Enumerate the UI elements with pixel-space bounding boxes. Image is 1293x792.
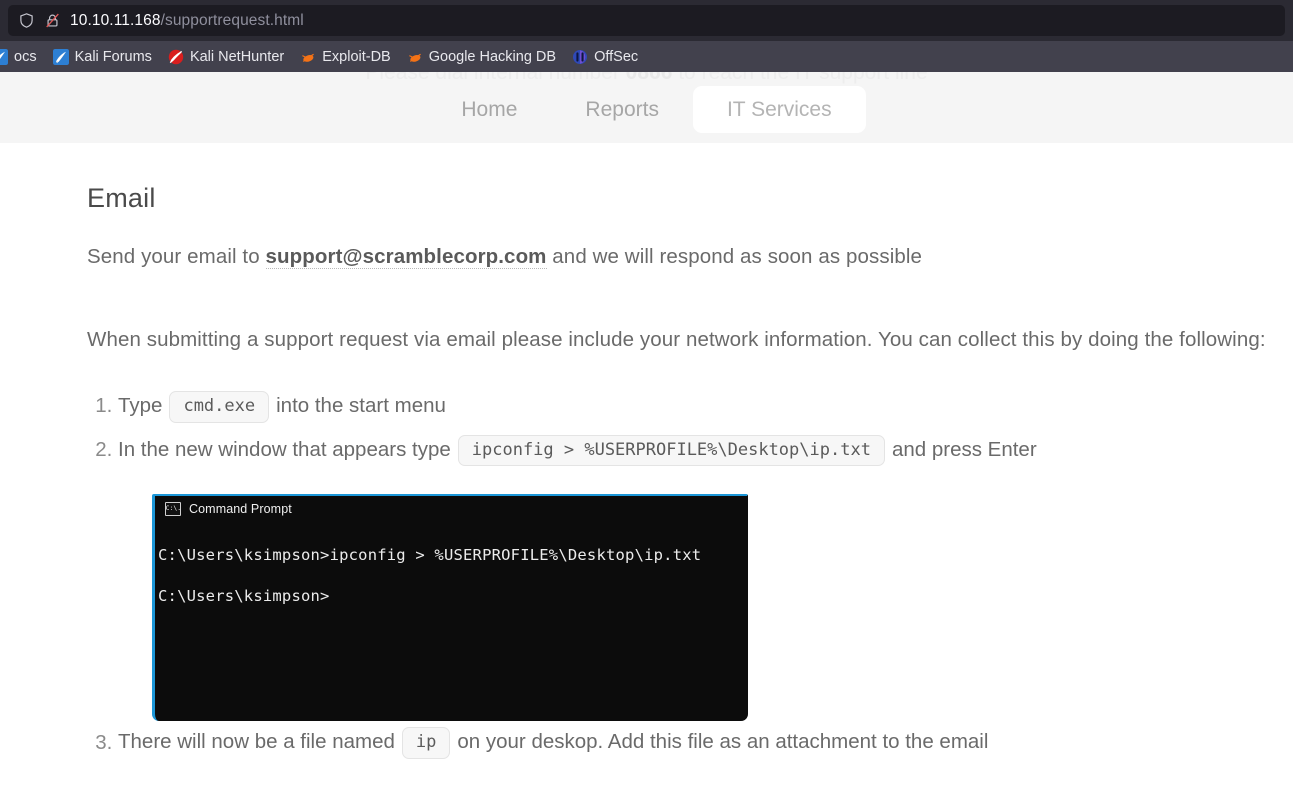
main-navigation: Home Reports IT Services: [0, 86, 1293, 133]
nav-item-reports[interactable]: Reports: [551, 86, 693, 133]
bookmark-label: Kali NetHunter: [189, 48, 285, 65]
bookmark-kali-nethunter[interactable]: Kali NetHunter: [160, 46, 292, 68]
main-content: Email Send your email to support@scrambl…: [0, 183, 1293, 759]
email-intro-after: and we will respond as soon as possible: [546, 245, 923, 268]
email-intro-paragraph: Send your email to support@scramblecorp.…: [87, 244, 1293, 271]
command-prompt-body: C:\Users\ksimpson>ipconfig > %USERPROFIL…: [155, 521, 747, 616]
tagline-prefix: Please dial internal number: [365, 72, 626, 84]
instructions-paragraph: When submitting a support request via em…: [87, 327, 1266, 351]
url-bar-row: 10.10.11.168/supportrequest.html: [0, 0, 1293, 41]
url-host: 10.10.11.168: [70, 11, 161, 29]
google-hacking-db-icon: [408, 53, 421, 62]
code-chip-cmd-exe: cmd.exe: [169, 391, 270, 423]
address-bar-text: 10.10.11.168/supportrequest.html: [70, 12, 304, 30]
page-content: Please dial internal number 0866 to reac…: [0, 72, 1293, 792]
bookmark-label: Exploit-DB: [322, 48, 391, 65]
address-bar[interactable]: 10.10.11.168/supportrequest.html: [8, 5, 1285, 36]
bookmark-label: Google Hacking DB: [428, 48, 557, 65]
nav-item-it-services[interactable]: IT Services: [692, 86, 866, 133]
step-text-after: on your deskop. Add this file as an atta…: [457, 730, 989, 754]
step-text-after: into the start menu: [276, 394, 446, 418]
kali-forums-icon: [52, 48, 69, 65]
instruction-steps-list: Typecmd.exeinto the start menu In the ne…: [87, 391, 1293, 759]
browser-chrome: 10.10.11.168/supportrequest.html ocs Kal…: [0, 0, 1293, 72]
cmd-prompt-icon: C:\.: [165, 501, 181, 516]
email-intro-before: Send your email to: [87, 245, 266, 268]
command-prompt-title: Command Prompt: [189, 501, 292, 516]
cmd-line-1: C:\Users\ksimpson>ipconfig > %USERPROFIL…: [158, 546, 702, 565]
kali-docs-icon: [0, 48, 8, 65]
exploit-db-icon: [302, 53, 315, 62]
bookmark-kali-docs[interactable]: ocs: [0, 46, 45, 68]
bookmark-offsec[interactable]: OffSec: [564, 46, 646, 68]
bookmark-label: OffSec: [594, 48, 639, 65]
shield-icon[interactable]: [18, 12, 35, 29]
step-text-before: Type: [118, 394, 163, 418]
bookmark-label: Kali Forums: [74, 48, 152, 65]
command-prompt-titlebar: C:\. Command Prompt: [155, 496, 747, 522]
tagline-number: 0866: [625, 72, 673, 84]
broken-padlock-icon[interactable]: [44, 12, 61, 29]
list-item: In the new window that appears typeipcon…: [118, 434, 1293, 467]
tagline-suffix: to reach the IT support line: [672, 72, 928, 84]
cmd-line-2: C:\Users\ksimpson>: [158, 586, 330, 605]
list-item: There will now be a file namedipon your …: [118, 727, 1293, 759]
page-title: Email: [87, 183, 156, 213]
step-text-after: and press Enter: [891, 438, 1037, 462]
code-chip-ip: ip: [401, 727, 451, 759]
bookmark-kali-forums[interactable]: Kali Forums: [45, 46, 160, 68]
support-email-link[interactable]: support@scramblecorp.com: [265, 245, 547, 269]
bookmarks-bar: ocs Kali Forums Kali NetHunter Exploit-D…: [0, 41, 1293, 72]
bookmark-google-hacking-db[interactable]: Google Hacking DB: [399, 46, 564, 68]
command-prompt-window: C:\. Command Prompt C:\Users\ksimpson>ip…: [152, 494, 748, 722]
site-header: Please dial internal number 0866 to reac…: [0, 72, 1293, 143]
offsec-icon: [573, 49, 588, 64]
support-tagline: Please dial internal number 0866 to reac…: [0, 72, 1293, 85]
url-path: /supportrequest.html: [160, 11, 304, 29]
code-chip-ipconfig: ipconfig > %USERPROFILE%\Desktop\ip.txt: [457, 434, 885, 467]
step-text-before: In the new window that appears type: [118, 438, 451, 462]
list-item: Typecmd.exeinto the start menu: [118, 391, 1293, 423]
kali-nethunter-icon: [168, 49, 184, 64]
bookmark-label: ocs: [14, 48, 37, 65]
nav-item-home[interactable]: Home: [427, 86, 551, 133]
step-text-before: There will now be a file named: [118, 730, 395, 754]
bookmark-exploit-db[interactable]: Exploit-DB: [292, 46, 399, 68]
